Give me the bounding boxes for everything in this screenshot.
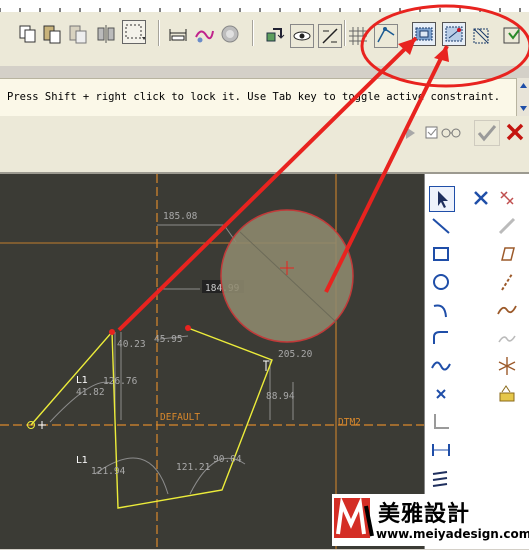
arrow-head	[434, 46, 449, 62]
annotation-overlay	[117, 4, 529, 332]
logo-brand: 美雅設計	[378, 502, 471, 527]
watermark-logo: 美雅設計 www.meiyadesign.com	[332, 494, 529, 546]
logo-url: www.meiyadesign.com	[376, 527, 529, 541]
annotation-arrow	[117, 36, 418, 332]
annotation-arrow	[324, 45, 449, 293]
